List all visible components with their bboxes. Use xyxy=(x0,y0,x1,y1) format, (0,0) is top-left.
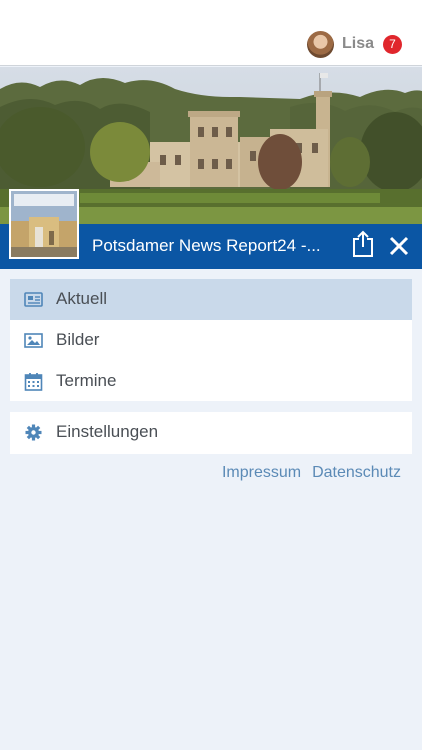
page-title: Potsdamer News Report24 -... xyxy=(92,236,321,255)
menu-item-label: Termine xyxy=(56,371,117,390)
datenschutz-link[interactable]: Datenschutz xyxy=(312,464,401,482)
user-profile[interactable]: Lisa 7 xyxy=(306,30,402,58)
menu-item-label: Einstellungen xyxy=(56,422,159,441)
menu-item-label: Bilder xyxy=(56,330,100,349)
newspaper-icon xyxy=(24,290,43,309)
top-bar: Lisa 7 xyxy=(0,0,422,66)
menu-item-aktuell[interactable]: Aktuell xyxy=(10,279,412,320)
settings-menu: Einstellungen xyxy=(10,412,412,454)
main-menu: Aktuell Bilder Termine xyxy=(10,279,412,401)
close-icon[interactable] xyxy=(388,235,410,257)
gear-icon xyxy=(24,423,43,442)
image-icon xyxy=(24,331,43,350)
calendar-icon xyxy=(24,372,43,391)
menu-item-label: Aktuell xyxy=(56,289,108,308)
channel-thumbnail xyxy=(9,189,79,259)
avatar[interactable] xyxy=(306,30,334,58)
menu-item-einstellungen[interactable]: Einstellungen xyxy=(10,412,412,453)
menu-item-bilder[interactable]: Bilder xyxy=(10,320,412,361)
share-icon[interactable] xyxy=(351,230,375,258)
impressum-link[interactable]: Impressum xyxy=(222,464,301,482)
menu-item-termine[interactable]: Termine xyxy=(10,361,412,402)
footer-links: Impressum Datenschutz xyxy=(222,464,401,482)
username[interactable]: Lisa xyxy=(342,35,374,53)
notification-badge[interactable]: 7 xyxy=(383,34,402,54)
